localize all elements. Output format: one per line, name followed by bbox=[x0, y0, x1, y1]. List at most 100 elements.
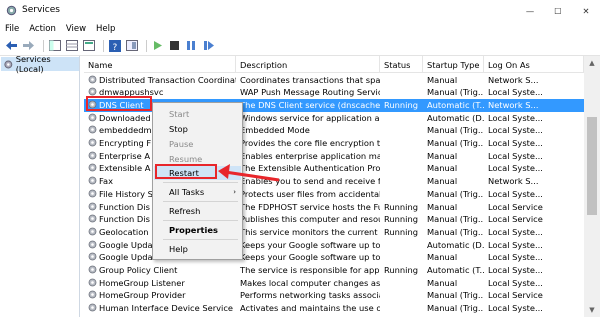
mmc-icon[interactable] bbox=[125, 39, 138, 52]
play-icon[interactable] bbox=[151, 39, 164, 52]
table-row[interactable]: Group Policy Client The service is respon… bbox=[84, 264, 584, 277]
cell-text: Keeps your Google software up to da... bbox=[240, 252, 380, 263]
column-header-log-on-as[interactable]: Log On As bbox=[484, 56, 584, 73]
cell-text: Google Upda bbox=[99, 252, 153, 263]
maximize-button[interactable]: ☐ bbox=[544, 0, 572, 21]
cell-text: Network S... bbox=[488, 74, 539, 85]
cell-description: Makes local computer changes assoc... bbox=[236, 277, 380, 290]
cell-text: Manual (Trig... bbox=[427, 290, 484, 301]
table-row[interactable]: Distributed Transaction Coordinator Coord… bbox=[84, 74, 584, 87]
cell-startup: Manual (Trig... bbox=[423, 289, 484, 302]
cell-description: Performs networking tasks associate... bbox=[236, 289, 380, 302]
tree-item-services-local[interactable]: Services (Local) bbox=[1, 54, 79, 74]
dns-client-highlight-box bbox=[86, 96, 152, 111]
menu-item-stop[interactable]: Stop bbox=[154, 122, 241, 136]
gear-icon bbox=[4, 60, 13, 68]
column-header-description[interactable]: Description bbox=[236, 56, 380, 73]
column-header-status[interactable]: Status bbox=[380, 56, 423, 73]
cell-text: Downloaded bbox=[99, 112, 151, 123]
cell-status: Running bbox=[380, 264, 423, 277]
cell-text: WAP Push Message Routing Service bbox=[240, 87, 380, 98]
cell-text: embeddedm bbox=[99, 125, 152, 136]
menu-view[interactable]: View bbox=[66, 24, 86, 34]
help-icon[interactable]: ? bbox=[108, 39, 121, 52]
column-header-name[interactable]: Name bbox=[84, 56, 236, 73]
service-gear-icon bbox=[88, 303, 97, 312]
vertical-scrollbar[interactable]: ▲ ▼ bbox=[584, 56, 600, 317]
cell-startup: Automatic (D... bbox=[423, 239, 484, 252]
export-icon[interactable] bbox=[82, 39, 95, 52]
svg-text:?: ? bbox=[112, 43, 117, 52]
cell-description: The DNS Client service (dnscache) c... bbox=[236, 99, 380, 112]
scrollbar-thumb[interactable] bbox=[587, 117, 597, 215]
cell-logon: Local Syste... bbox=[484, 137, 584, 150]
cell-text: Activates and maintains the use of h... bbox=[240, 303, 380, 314]
menu-item-properties[interactable]: Properties bbox=[154, 223, 241, 237]
cell-startup: Manual (Trig... bbox=[423, 137, 484, 150]
cell-text: Local Service bbox=[488, 290, 543, 301]
scroll-up-arrow-icon[interactable]: ▲ bbox=[584, 56, 600, 70]
cell-text: Manual bbox=[427, 150, 458, 161]
cell-logon: Network S... bbox=[484, 175, 584, 188]
pause-icon[interactable] bbox=[185, 39, 198, 52]
table-row[interactable]: HomeGroup Listener Makes local computer c… bbox=[84, 277, 584, 290]
minimize-button[interactable]: — bbox=[516, 0, 544, 21]
cell-text: Automatic (D... bbox=[427, 112, 484, 123]
cell-text: Network S... bbox=[488, 99, 539, 110]
service-gear-icon bbox=[88, 214, 97, 223]
stop-icon[interactable] bbox=[168, 39, 181, 52]
cell-status: Running bbox=[380, 226, 423, 239]
table-row[interactable]: Human Interface Device Service Activates … bbox=[84, 302, 584, 315]
cell-description: Publishes this computer and resourc... bbox=[236, 213, 380, 226]
column-header-startup-type[interactable]: Startup Type bbox=[423, 56, 484, 73]
cell-logon: Local Syste... bbox=[484, 112, 584, 125]
menu-item-start: Start bbox=[169, 109, 190, 119]
scroll-down-arrow-icon[interactable]: ▼ bbox=[584, 303, 600, 317]
cell-startup: Manual (Trig... bbox=[423, 86, 484, 99]
menu-item-pause: Pause bbox=[169, 139, 194, 149]
cell-description: The service is responsible for applyin..… bbox=[236, 264, 380, 277]
cell-startup: Automatic (T... bbox=[423, 264, 484, 277]
service-gear-icon bbox=[88, 87, 97, 96]
cell-text: Local Syste... bbox=[488, 163, 543, 174]
cell-name: HomeGroup Listener bbox=[84, 277, 236, 290]
cell-logon: Local Syste... bbox=[484, 188, 584, 201]
cell-text: Manual (Trig... bbox=[427, 87, 484, 98]
menu-action[interactable]: Action bbox=[29, 24, 56, 34]
cell-text: Function Dis bbox=[99, 214, 150, 225]
cell-text: Local Syste... bbox=[488, 265, 543, 275]
back-arrow-icon[interactable] bbox=[5, 39, 18, 52]
close-button[interactable]: ✕ bbox=[572, 0, 600, 21]
menu-help[interactable]: Help bbox=[96, 24, 115, 34]
menu-item-help[interactable]: Help bbox=[154, 242, 241, 256]
menu-file[interactable]: File bbox=[5, 24, 19, 34]
column-header-row: Name Description Status Startup Type Log… bbox=[84, 56, 584, 73]
cell-text: Automatic (D... bbox=[427, 239, 484, 250]
properties-grid-icon[interactable] bbox=[65, 39, 78, 52]
menu-separator bbox=[163, 239, 238, 240]
cell-status bbox=[380, 251, 423, 264]
cell-logon: Local Syste... bbox=[484, 251, 584, 264]
cell-logon: Local Service bbox=[484, 213, 584, 226]
title-bar: Services — ☐ ✕ bbox=[0, 0, 600, 21]
console-tree-icon[interactable] bbox=[48, 39, 61, 52]
restart-icon[interactable] bbox=[202, 39, 215, 52]
service-gear-icon bbox=[88, 189, 97, 198]
table-row[interactable]: HomeGroup Provider Performs networking ta… bbox=[84, 289, 584, 302]
menu-item-refresh[interactable]: Refresh bbox=[154, 204, 241, 218]
cell-startup: Automatic (D... bbox=[423, 112, 484, 125]
cell-text: Manual bbox=[427, 201, 458, 212]
cell-description: Keeps your Google software up to da... bbox=[236, 239, 380, 252]
cell-description: Coordinates transactions that span ... bbox=[236, 74, 380, 87]
cell-startup: Manual bbox=[423, 201, 484, 214]
cell-text: Publishes this computer and resourc... bbox=[240, 214, 380, 225]
cell-text: Local Syste... bbox=[488, 125, 543, 136]
service-gear-icon bbox=[88, 176, 97, 185]
forward-arrow-icon[interactable] bbox=[22, 39, 35, 52]
service-gear-icon bbox=[88, 252, 97, 261]
cell-text: Coordinates transactions that span ... bbox=[240, 74, 380, 85]
cell-status bbox=[380, 74, 423, 87]
table-row[interactable]: dmwappushsvc WAP Push Message Routing Ser… bbox=[84, 86, 584, 99]
menu-separator bbox=[163, 201, 238, 202]
service-gear-icon bbox=[88, 75, 97, 83]
